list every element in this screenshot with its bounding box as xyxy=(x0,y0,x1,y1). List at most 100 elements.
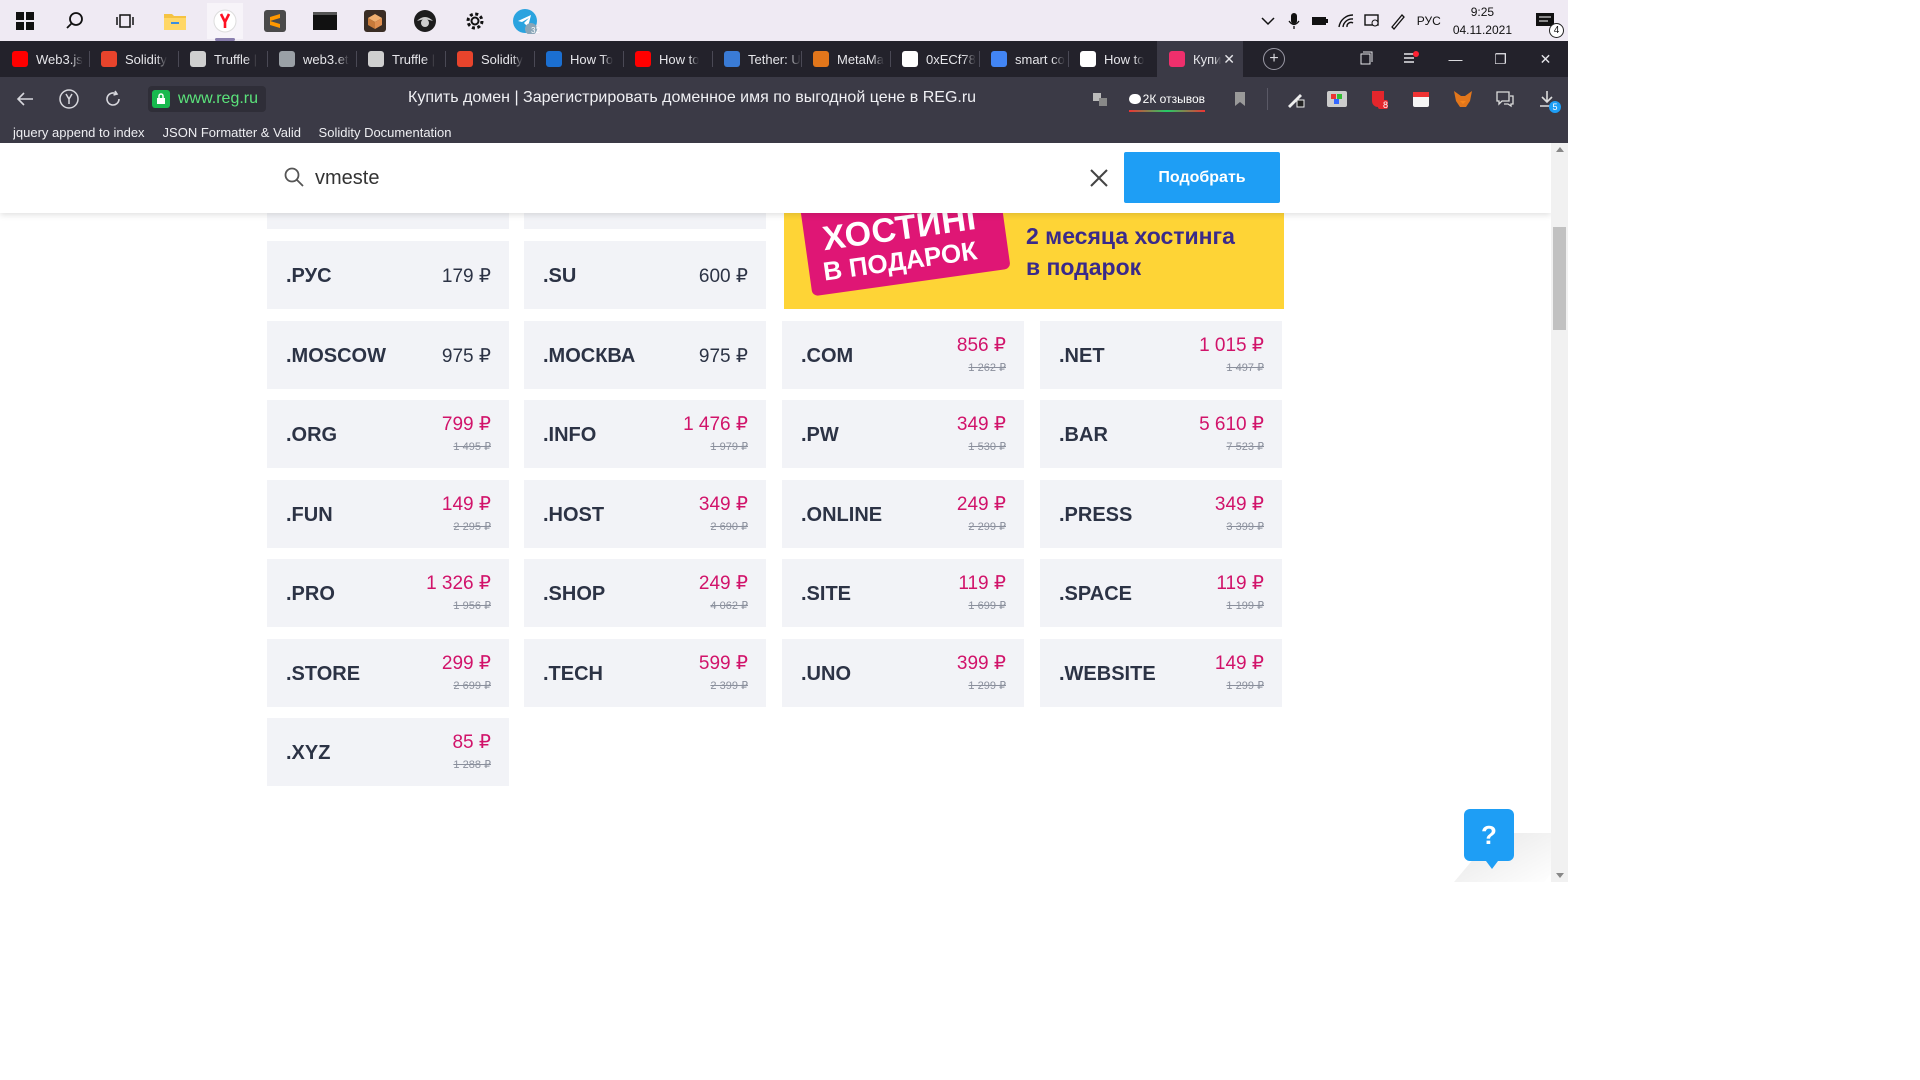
clock[interactable]: 9:25 04.11.2021 xyxy=(1453,3,1512,39)
terminal-icon[interactable] xyxy=(307,3,343,39)
domain-card[interactable]: .NET 1 015 ₽ 1 497 ₽ xyxy=(1040,321,1282,389)
domain-card[interactable]: .SPACE 119 ₽ 1 199 ₽ xyxy=(1040,559,1282,627)
domain-card[interactable]: .SHOP 249 ₽ 4 062 ₽ xyxy=(524,559,766,627)
domain-old-price: 1 495 ₽ xyxy=(453,441,491,453)
browser-tab[interactable]: Solidity xyxy=(89,41,178,77)
browser-tab[interactable]: Купи ✕ xyxy=(1157,41,1243,77)
domain-card[interactable]: .FUN 149 ₽ 2 295 ₽ xyxy=(267,480,509,548)
reload-icon[interactable] xyxy=(98,84,128,114)
bookmark-icon[interactable] xyxy=(1226,85,1254,113)
scroll-thumb[interactable] xyxy=(1553,227,1566,330)
extension-colors-icon[interactable] xyxy=(1323,85,1351,113)
domain-card[interactable]: .INFO 1 476 ₽ 1 979 ₽ xyxy=(524,400,766,468)
browser-tab[interactable]: Tether: U xyxy=(712,41,801,77)
domain-card[interactable]: .PRO 1 326 ₽ 1 956 ₽ xyxy=(267,559,509,627)
sublime-text-icon[interactable] xyxy=(257,3,293,39)
minimize-button[interactable]: — xyxy=(1433,51,1478,67)
package-app-icon[interactable] xyxy=(357,3,393,39)
domain-card[interactable]: .TECH 599 ₽ 2 399 ₽ xyxy=(524,639,766,707)
notifications-icon[interactable]: 4 xyxy=(1530,6,1564,38)
scroll-up-arrow[interactable] xyxy=(1556,147,1564,152)
new-tab-button[interactable]: + xyxy=(1263,48,1285,70)
page-scrollbar[interactable] xyxy=(1551,143,1568,882)
domain-search-input[interactable] xyxy=(315,163,1075,193)
domain-card[interactable]: .SITE 119 ₽ 1 699 ₽ xyxy=(782,559,1024,627)
domain-card[interactable]: .PRESS 349 ₽ 3 399 ₽ xyxy=(1040,480,1282,548)
network-icon[interactable] xyxy=(1334,9,1358,33)
domain-card[interactable]: .SU 600 ₽ xyxy=(524,241,766,309)
browser-tab[interactable]: Web3.js xyxy=(0,41,89,77)
browser-tab[interactable]: How to xyxy=(1068,41,1157,77)
microphone-icon[interactable] xyxy=(1282,9,1306,33)
edit-pen-icon[interactable] xyxy=(1281,85,1309,113)
back-button[interactable] xyxy=(10,84,40,114)
close-window-button[interactable]: ✕ xyxy=(1523,51,1568,68)
clear-search-icon[interactable] xyxy=(1088,167,1110,189)
bookmark-item[interactable]: Solidity Documentation xyxy=(319,125,452,140)
domain-card[interactable]: .HOST 349 ₽ 2 690 ₽ xyxy=(524,480,766,548)
promo-banner[interactable]: ХОСТИНГ В ПОДАРОК 2 месяца хостинга в по… xyxy=(784,213,1284,309)
browser-tab[interactable]: Truffle | xyxy=(356,41,445,77)
yandex-browser-icon[interactable] xyxy=(207,2,243,41)
browser-tab[interactable]: Truffle | xyxy=(178,41,267,77)
pen-icon[interactable] xyxy=(1386,9,1410,33)
windows-start-icon[interactable] xyxy=(7,3,43,39)
browser-tab[interactable]: Solidity xyxy=(445,41,534,77)
tab-title: Truffle | xyxy=(392,51,436,67)
task-view-icon[interactable] xyxy=(107,3,143,39)
translate-icon[interactable] xyxy=(1086,85,1114,113)
browser-tab[interactable]: smart co xyxy=(979,41,1068,77)
battery-icon[interactable] xyxy=(1308,9,1332,33)
maximize-button[interactable]: ❐ xyxy=(1478,51,1523,68)
file-explorer-icon[interactable] xyxy=(157,3,193,39)
scroll-down-arrow[interactable] xyxy=(1556,873,1564,878)
close-tab-icon[interactable]: ✕ xyxy=(1223,51,1235,68)
game-app-icon[interactable] xyxy=(407,3,443,39)
adblock-icon[interactable]: 8 xyxy=(1365,85,1393,113)
url-field[interactable]: www.reg.ru xyxy=(148,86,267,112)
browser-tab[interactable]: web3.et xyxy=(267,41,356,77)
domain-card[interactable]: .BAR 5 610 ₽ 7 523 ₽ xyxy=(1040,400,1282,468)
domain-card[interactable]: .МОСКВА 975 ₽ xyxy=(524,321,766,389)
metamask-icon[interactable] xyxy=(1449,85,1477,113)
domain-price: 599 ₽ xyxy=(698,653,748,674)
domain-card[interactable]: .MOSCOW 975 ₽ xyxy=(267,321,509,389)
tab-title: How to xyxy=(1104,51,1145,67)
domain-card[interactable]: .UNO 399 ₽ 1 299 ₽ xyxy=(782,639,1024,707)
domain-card[interactable]: .РУС 179 ₽ xyxy=(267,241,509,309)
domain-price: 1 015 ₽ xyxy=(1199,335,1264,356)
telegram-icon[interactable]: 32 xyxy=(507,3,543,39)
browser-tab[interactable]: How to xyxy=(623,41,712,77)
settings-gear-icon[interactable] xyxy=(457,3,493,39)
domain-card[interactable]: .COM 856 ₽ 1 262 ₽ xyxy=(782,321,1024,389)
browser-tab[interactable]: 0xECf78 xyxy=(890,41,979,77)
domain-zone: .HOST xyxy=(543,504,605,526)
domain-card[interactable]: .ORG 799 ₽ 1 495 ₽ xyxy=(267,400,509,468)
browser-tab[interactable]: How To xyxy=(534,41,623,77)
yandex-home-icon[interactable] xyxy=(54,84,84,114)
domain-card[interactable]: .WEBSITE 149 ₽ 1 299 ₽ xyxy=(1040,639,1282,707)
domain-card[interactable]: .PW 349 ₽ 1 530 ₽ xyxy=(782,400,1024,468)
reviews-button[interactable]: 2К отзывов xyxy=(1128,92,1206,112)
pick-domain-button[interactable]: Подобрать xyxy=(1124,152,1280,203)
truffle-icon xyxy=(368,51,384,67)
downloads-icon[interactable]: 5 xyxy=(1533,85,1561,113)
domain-card[interactable]: .STORE 299 ₽ 2 699 ₽ xyxy=(267,639,509,707)
chevron-up-icon[interactable] xyxy=(1256,9,1280,33)
search-icon[interactable] xyxy=(57,3,93,39)
tabs-manager-icon[interactable] xyxy=(1343,51,1388,68)
calendar-ext-icon[interactable] xyxy=(1407,85,1435,113)
bookmark-item[interactable]: JSON Formatter & Valid xyxy=(163,125,301,140)
domain-card[interactable]: .XYZ 85 ₽ 1 288 ₽ xyxy=(267,718,509,786)
menu-icon[interactable] xyxy=(1388,50,1433,68)
browser-tab[interactable]: MetaMa xyxy=(801,41,890,77)
notifications-count: 4 xyxy=(1549,22,1564,38)
language-indicator[interactable]: РУС xyxy=(1417,14,1441,28)
display-settings-icon[interactable] xyxy=(1360,9,1384,33)
domain-price: 1 476 ₽ xyxy=(683,414,748,435)
bookmark-item[interactable]: jquery append to index xyxy=(13,125,145,140)
domain-card[interactable]: .ONLINE 249 ₽ 2 299 ₽ xyxy=(782,480,1024,548)
domain-price: 856 ₽ xyxy=(956,335,1006,356)
help-button[interactable]: ? xyxy=(1464,809,1514,869)
chat-ext-icon[interactable] xyxy=(1491,85,1519,113)
